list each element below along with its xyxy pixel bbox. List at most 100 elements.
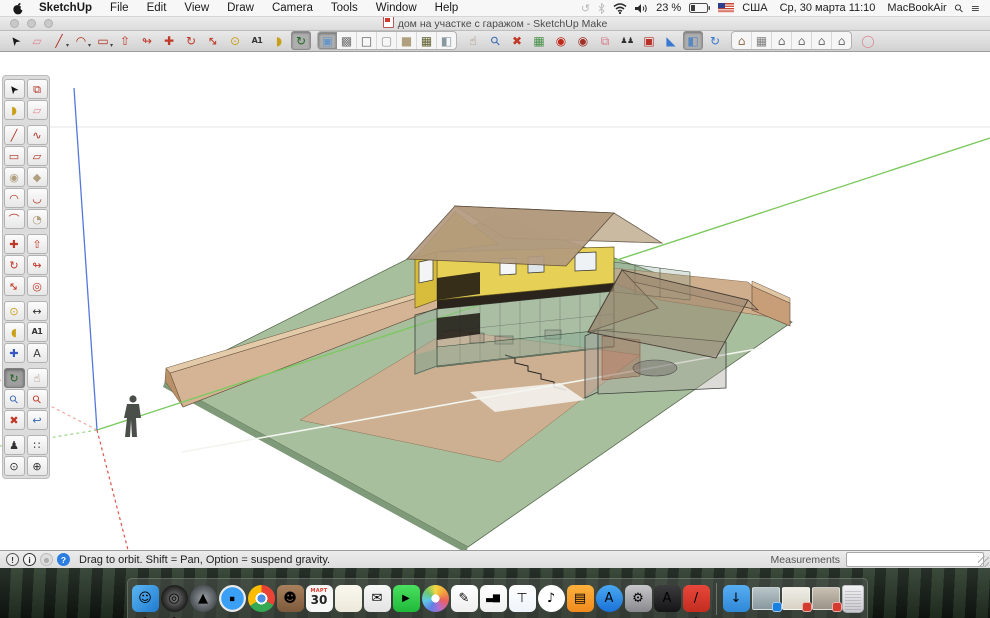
menu-tools[interactable]: Tools <box>322 2 367 14</box>
styles-tool[interactable]: ▣ <box>639 31 659 50</box>
components-tool[interactable]: ♟♟ <box>617 31 637 50</box>
wifi-icon[interactable] <box>613 3 627 14</box>
zoom-tool[interactable]: ⚲ <box>485 31 505 50</box>
close-window-button[interactable] <box>10 19 19 28</box>
time-machine-icon[interactable]: ↺ <box>581 2 590 15</box>
follow-me-tool[interactable]: ↬ <box>137 31 157 50</box>
make-component-tool[interactable]: ⧉ <box>27 79 48 99</box>
orbit-alt-tool[interactable]: ↻ <box>705 31 725 50</box>
sketchup-dock-icon[interactable]: / <box>683 585 710 612</box>
bluetooth-icon[interactable] <box>598 3 605 14</box>
iso-view[interactable]: ⌂ <box>732 32 752 49</box>
shape-tool[interactable]: ▭▾ <box>93 31 113 50</box>
menu-camera[interactable]: Camera <box>263 2 322 14</box>
scale-tool[interactable]: ↔ <box>4 276 25 296</box>
three-point-arc-tool[interactable]: ⌒ <box>4 209 25 229</box>
text-tool[interactable]: A1 <box>247 31 267 50</box>
minimized-window-3[interactable] <box>812 587 840 610</box>
menu-edit[interactable]: Edit <box>138 2 176 14</box>
eraser-tool[interactable]: ▱ <box>27 31 47 50</box>
spotlight-search-icon[interactable]: ⚲ <box>951 1 966 16</box>
numbers-dock-icon[interactable]: ▃▆ <box>480 585 507 612</box>
right-view[interactable]: ⌂ <box>792 32 812 49</box>
rotated-rectangle-tool[interactable]: ▱ <box>27 146 48 166</box>
hidden-line-style[interactable]: ▢ <box>377 32 397 49</box>
circle-tool[interactable]: ◉ <box>4 167 25 187</box>
shadows-toggle[interactable]: ◧ <box>683 31 703 50</box>
wireframe-style[interactable]: □ <box>357 32 377 49</box>
photos-dock-icon[interactable] <box>422 585 449 612</box>
back-edges-style[interactable]: ▩ <box>337 32 357 49</box>
rectangle-tool[interactable]: ▭ <box>4 146 25 166</box>
3d-text-tool[interactable]: A <box>27 343 48 363</box>
app-store-dock-icon[interactable]: A <box>596 585 623 612</box>
measurements-input[interactable] <box>846 552 984 567</box>
orbit-tool[interactable]: ↻ <box>4 368 25 388</box>
menu-app-name[interactable]: SketchUp <box>30 2 101 14</box>
dimension-tool[interactable]: ↔ <box>27 301 48 321</box>
calendar-dock-icon[interactable]: МАРТ30 <box>306 585 333 612</box>
signin-status-icon[interactable]: ☻ <box>40 553 53 566</box>
line-tool[interactable]: ╱ <box>4 125 25 145</box>
freehand-tool[interactable]: ∿ <box>27 125 48 145</box>
arc-tool[interactable]: ◠▾ <box>71 31 91 50</box>
paint-bucket-tool[interactable]: ◗ <box>269 31 289 50</box>
select-tool[interactable]: ➤ <box>5 31 25 50</box>
get-models-tool[interactable]: ◉ <box>551 31 571 50</box>
orbit-tool[interactable]: ↻ <box>291 31 311 50</box>
model-viewport[interactable] <box>0 52 990 550</box>
walk-tool[interactable]: ∷ <box>27 435 48 455</box>
protractor-tool[interactable]: ◖ <box>4 322 25 342</box>
arc-tool[interactable]: ◠ <box>4 188 25 208</box>
textured-style[interactable]: ▦ <box>417 32 437 49</box>
push-pull-tool[interactable]: ⇧ <box>27 234 48 254</box>
eraser-tool[interactable]: ▱ <box>27 100 48 120</box>
sandbox-tool[interactable]: ◣ <box>661 31 681 50</box>
textedit-dock-icon[interactable] <box>335 585 362 612</box>
mail-dock-icon[interactable]: ✉ <box>364 585 391 612</box>
zoom-extents-tool[interactable]: ✖ <box>4 410 25 430</box>
line-tool[interactable]: ╱▾ <box>49 31 69 50</box>
pan-tool[interactable]: ☝ <box>27 368 48 388</box>
resize-grip[interactable] <box>978 556 989 567</box>
launchpad-dock-icon[interactable]: ▲ <box>190 585 217 612</box>
keynote-dock-icon[interactable]: ⊤ <box>509 585 536 612</box>
two-point-arc-tool[interactable]: ◡ <box>27 188 48 208</box>
menu-draw[interactable]: Draw <box>218 2 263 14</box>
input-source-label[interactable]: США <box>742 2 767 14</box>
pie-tool[interactable]: ◔ <box>27 209 48 229</box>
system-preferences-dock-icon[interactable]: ⚙ <box>625 585 652 612</box>
rotate-tool[interactable]: ↻ <box>4 255 25 275</box>
facetime-dock-icon[interactable]: ▶ <box>393 585 420 612</box>
apple-menu[interactable] <box>13 2 24 15</box>
zoom-window-button[interactable] <box>44 19 53 28</box>
menu-view[interactable]: View <box>175 2 218 14</box>
share-model-tool[interactable]: ◉ <box>573 31 593 50</box>
walk-tool[interactable]: ☝ <box>463 31 483 50</box>
downloads-dock-icon[interactable]: ↓ <box>723 585 750 612</box>
safari-dock-icon[interactable]: ◆ <box>219 585 246 612</box>
menu-help[interactable]: Help <box>426 2 468 14</box>
follow-me-tool[interactable]: ↬ <box>27 255 48 275</box>
screen-capture-dock-icon[interactable]: ◎ <box>161 585 188 612</box>
look-around-tool[interactable]: ⊙ <box>4 456 25 476</box>
move-tool[interactable]: ✚ <box>4 234 25 254</box>
menu-clock[interactable]: Ср, 30 марта 11:10 <box>780 2 876 14</box>
position-camera-tool[interactable]: ♟ <box>4 435 25 455</box>
rotate-tool[interactable]: ↻ <box>181 31 201 50</box>
move-tool[interactable]: ✚ <box>159 31 179 50</box>
ibooks-dock-icon[interactable]: ▤ <box>567 585 594 612</box>
zoom-window-tool[interactable]: ⚲ <box>27 389 48 409</box>
xray-style[interactable]: ▣ <box>318 32 337 49</box>
add-location-tool[interactable]: ▦ <box>529 31 549 50</box>
zoom-tool[interactable]: ⚲ <box>4 389 25 409</box>
polygon-tool[interactable]: ◆ <box>27 167 48 187</box>
device-name[interactable]: MacBookAir <box>887 2 946 14</box>
notification-center-icon[interactable]: ≡ <box>971 2 980 15</box>
axes-tool[interactable]: ✚ <box>4 343 25 363</box>
chrome-dock-icon[interactable] <box>248 585 275 612</box>
front-view[interactable]: ⌂ <box>772 32 792 49</box>
face-camera-tool[interactable]: ◯ <box>858 31 878 50</box>
credits-status-icon[interactable]: i <box>23 553 36 566</box>
finder-dock-icon[interactable]: ☺ <box>132 585 159 612</box>
